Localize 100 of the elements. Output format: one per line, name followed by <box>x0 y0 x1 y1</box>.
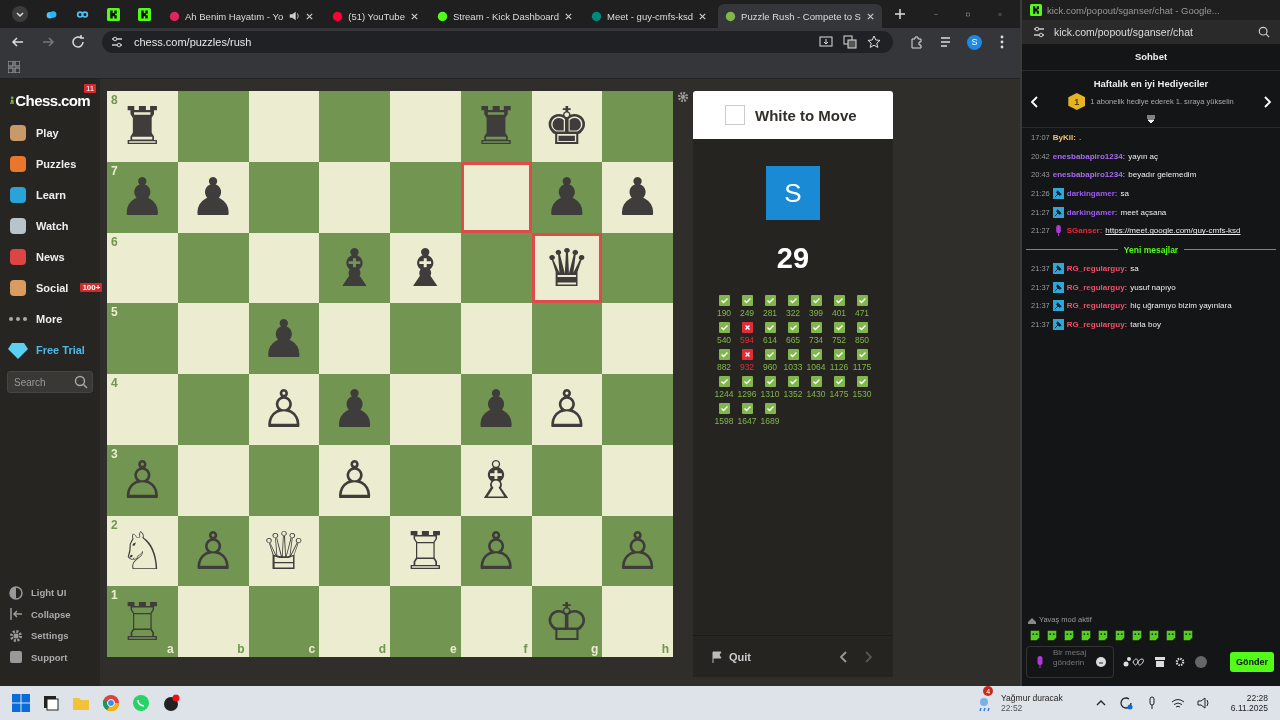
username[interactable]: darkingamer: <box>1066 207 1118 217</box>
board-square[interactable] <box>460 161 532 233</box>
store-icon[interactable] <box>1154 656 1166 668</box>
emote-icon[interactable] <box>1114 629 1126 641</box>
chess-piece[interactable]: ♘ <box>119 524 166 577</box>
wifi-icon[interactable] <box>1170 696 1185 710</box>
browser-tab[interactable]: Ah Benim Hayatım - Yo <box>162 4 322 28</box>
chess-piece[interactable]: ♝ <box>402 241 449 294</box>
board-square[interactable]: ♚ <box>531 91 603 162</box>
emoji-icon[interactable] <box>1096 657 1106 667</box>
quit-button[interactable]: Quit <box>711 650 751 663</box>
board-square[interactable]: ♖ <box>390 515 461 587</box>
board-square[interactable] <box>248 444 320 516</box>
username[interactable]: enesbabapiro1234: <box>1052 151 1126 161</box>
translate-icon[interactable] <box>843 35 857 49</box>
emote-icon[interactable] <box>1097 629 1109 641</box>
kick-icon[interactable] <box>138 7 151 21</box>
chess-piece[interactable]: ♖ <box>402 524 449 577</box>
username[interactable]: SGanser: <box>1066 226 1103 236</box>
chess-piece[interactable]: ♕ <box>260 524 308 577</box>
search-field[interactable]: Search <box>7 371 93 393</box>
chess-piece[interactable]: ♙ <box>260 383 308 436</box>
browser-tab[interactable]: Puzzle Rush - Compete to S <box>718 4 882 28</box>
chess-piece[interactable]: ♙ <box>543 383 591 436</box>
site-settings-icon[interactable] <box>1032 25 1046 39</box>
board-square[interactable] <box>531 444 603 516</box>
apps-icon[interactable] <box>8 61 20 73</box>
browser-tab[interactable]: Meet - guy-cmfs-ksd <box>584 4 715 28</box>
chess-piece[interactable]: ♙ <box>331 454 378 507</box>
emote-icon[interactable] <box>1131 629 1143 641</box>
speaker-icon[interactable] <box>288 10 301 22</box>
reload-icon[interactable] <box>70 34 86 50</box>
kick-icon[interactable] <box>107 7 120 21</box>
emote-icon[interactable] <box>1046 629 1058 641</box>
board-square[interactable] <box>531 515 603 587</box>
extensions-icon[interactable] <box>909 34 925 50</box>
username[interactable]: RG_regularguy: <box>1066 320 1128 330</box>
footer-link[interactable]: Collapse <box>0 603 100 625</box>
close-icon[interactable] <box>564 11 574 21</box>
nav-item[interactable]: Social 100+ <box>0 272 100 303</box>
send-button[interactable]: Gönder <box>1230 652 1274 672</box>
footer-link[interactable]: Settings <box>0 625 100 647</box>
board-square[interactable] <box>177 232 249 304</box>
chess-piece[interactable]: ♛ <box>543 241 591 294</box>
nav-item[interactable]: Play <box>0 117 100 148</box>
tab-search-icon[interactable] <box>12 6 28 22</box>
browser-tab[interactable]: Stream - Kick Dashboard <box>429 4 581 28</box>
board-square[interactable] <box>319 515 390 587</box>
board-square[interactable] <box>531 303 603 374</box>
nav-item[interactable]: Puzzles <box>0 148 100 179</box>
board-square[interactable] <box>177 444 249 516</box>
search-icon[interactable] <box>74 375 88 389</box>
install-icon[interactable] <box>819 35 833 49</box>
nav-item[interactable]: More <box>0 303 100 334</box>
close-icon[interactable] <box>698 11 708 21</box>
board-square[interactable] <box>248 161 320 233</box>
username[interactable]: RG_regularguy: <box>1066 301 1128 311</box>
browser-icon[interactable] <box>102 694 120 712</box>
chess-piece[interactable]: ♗ <box>472 454 520 507</box>
record-icon[interactable] <box>162 694 180 712</box>
username[interactable]: darkingamer: <box>1066 188 1118 198</box>
site-settings-icon[interactable] <box>110 35 124 49</box>
task-view-icon[interactable] <box>42 694 60 712</box>
close-icon[interactable] <box>865 11 875 21</box>
emote-icon[interactable] <box>1165 629 1177 641</box>
board-square[interactable]: ♗ <box>460 444 532 516</box>
profile-avatar[interactable]: S <box>967 34 982 50</box>
board-square[interactable]: ♟ <box>177 161 249 233</box>
username[interactable]: ByKil: <box>1052 132 1076 142</box>
infinity-icon[interactable] <box>1123 656 1145 668</box>
pin-toggle-icon[interactable] <box>1146 114 1156 124</box>
message-field[interactable]: Bir mesaj gönderin <box>1026 646 1114 678</box>
emote-icon[interactable] <box>1063 629 1075 641</box>
board-square[interactable]: ♛ <box>531 232 603 304</box>
chess-piece[interactable]: ♟ <box>189 171 237 224</box>
volume-icon[interactable] <box>1196 696 1211 710</box>
zoom-icon[interactable] <box>1258 26 1270 38</box>
board-square[interactable] <box>602 232 673 304</box>
emote-icon[interactable] <box>1080 629 1092 641</box>
board-square[interactable]: ♙ <box>531 374 603 445</box>
address-field[interactable]: chess.com/puzzles/rush <box>102 31 893 53</box>
emote-icon[interactable] <box>1029 629 1041 641</box>
board-square[interactable]: ♕ <box>248 515 320 587</box>
nav-item[interactable]: News <box>0 241 100 272</box>
username[interactable]: RG_regularguy: <box>1066 282 1128 292</box>
chess-piece[interactable]: ♟ <box>614 171 661 224</box>
message-link[interactable]: https://meet.google.com/guy-cmfs-ksd <box>1105 226 1241 236</box>
clock-date[interactable]: 6.11.2025 <box>1230 703 1268 713</box>
emote-icon[interactable] <box>1182 629 1194 641</box>
clock-time[interactable]: 22:28 <box>1246 693 1268 703</box>
chess-piece[interactable]: ♜ <box>119 100 166 153</box>
username[interactable]: RG_regularguy: <box>1066 263 1128 273</box>
board-square[interactable]: ♝ <box>390 232 461 304</box>
nav-item[interactable]: Watch <box>0 210 100 241</box>
browser-tab[interactable]: (51) YouTube <box>325 4 426 28</box>
footer-link[interactable]: Support <box>0 646 100 668</box>
close-icon[interactable] <box>305 11 315 21</box>
board-square[interactable] <box>460 232 532 304</box>
emote-icon[interactable] <box>1148 629 1160 641</box>
board-square[interactable] <box>248 232 320 304</box>
